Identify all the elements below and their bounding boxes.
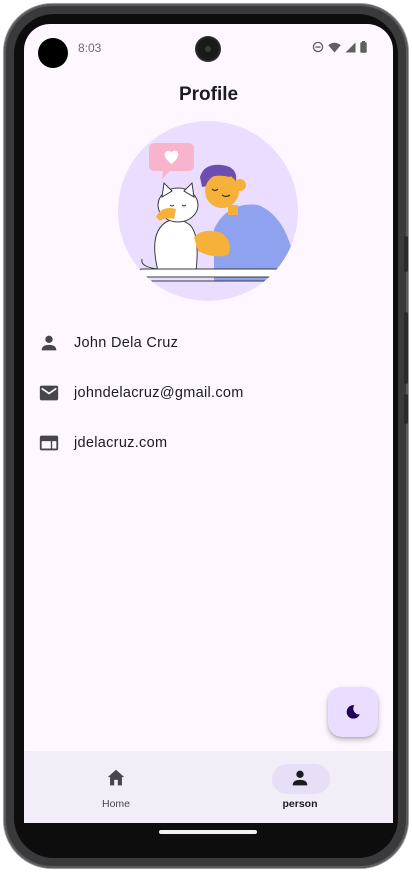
website-row: jdelacruz.com bbox=[24, 418, 393, 468]
status-bar: 8:03 bbox=[24, 24, 393, 70]
profile-avatar bbox=[118, 121, 298, 301]
gesture-bar[interactable] bbox=[159, 830, 257, 834]
wifi-icon bbox=[328, 42, 341, 52]
person-icon bbox=[41, 335, 57, 351]
person-icon bbox=[292, 770, 308, 786]
status-time: 8:03 bbox=[78, 41, 102, 55]
page-title: Profile bbox=[178, 84, 239, 105]
moon-icon bbox=[346, 705, 360, 719]
profile-name: John Dela Cruz bbox=[74, 335, 179, 351]
side-button bbox=[404, 394, 408, 424]
volume-button bbox=[404, 312, 408, 384]
person-hugging-cat-illustration bbox=[137, 143, 296, 282]
cellular-signal-icon bbox=[345, 42, 356, 52]
front-camera bbox=[197, 38, 219, 60]
battery-icon bbox=[360, 41, 367, 53]
nav-label-home: Home bbox=[101, 798, 130, 810]
name-row: John Dela Cruz bbox=[24, 318, 393, 368]
email-row: johndelacruz@gmail.com bbox=[24, 368, 393, 418]
profile-website: jdelacruz.com bbox=[74, 435, 168, 451]
theme-toggle-button[interactable] bbox=[328, 687, 378, 737]
home-icon bbox=[107, 769, 125, 786]
nav-label-person: person bbox=[282, 798, 318, 810]
mail-icon bbox=[39, 385, 59, 401]
status-icons bbox=[312, 41, 367, 53]
web-icon bbox=[39, 435, 59, 451]
nav-item-person[interactable]: person bbox=[208, 751, 392, 823]
nav-item-home[interactable]: Home bbox=[24, 751, 208, 823]
status-avatar-dot bbox=[38, 38, 68, 68]
app-screen: 8:03 Profile John Dela Cruz johndelacruz… bbox=[24, 24, 393, 823]
power-button bbox=[404, 236, 408, 272]
profile-email: johndelacruz@gmail.com bbox=[74, 385, 244, 401]
do-not-disturb-icon bbox=[312, 41, 324, 53]
bottom-navigation: Home person bbox=[24, 751, 393, 823]
